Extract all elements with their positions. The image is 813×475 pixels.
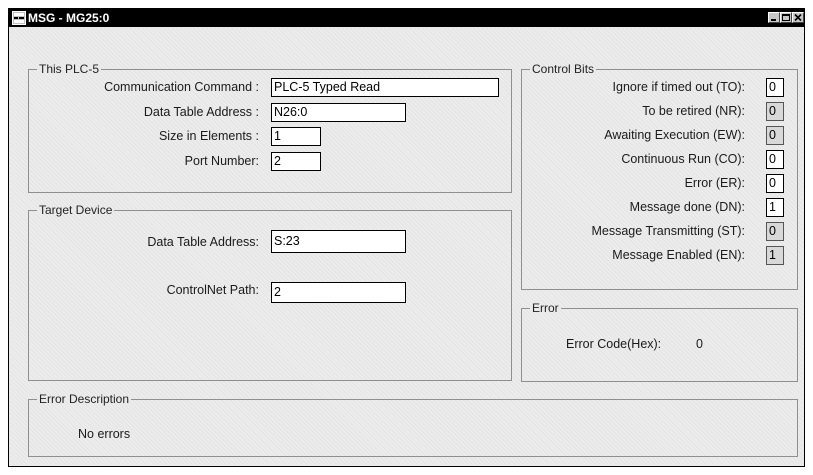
window-title: MSG - MG25:0 (28, 11, 110, 25)
control-bits-legend: Control Bits (532, 62, 595, 76)
error-legend: Error (532, 301, 559, 315)
error-description-legend: Error Description (39, 392, 130, 406)
target-device-legend: Target Device (39, 203, 113, 217)
control-bit-value: 0 (766, 102, 784, 121)
control-bit-value: 1 (766, 246, 784, 265)
maximize-icon (782, 14, 790, 21)
error-code-value: 0 (696, 337, 703, 351)
close-button[interactable] (792, 12, 804, 23)
control-bit-value: 0 (766, 126, 784, 145)
controlnet-path-field[interactable]: 2 (271, 282, 406, 303)
target-device-group: Target Device (28, 203, 512, 381)
minimize-button[interactable] (768, 12, 780, 23)
data-table-address-field[interactable]: N26:0 (271, 103, 406, 122)
maximize-button[interactable] (780, 12, 792, 23)
size-in-elements-label: Size in Elements : (158, 129, 259, 143)
port-number-label: Port Number: (184, 154, 259, 168)
control-bit-label: Ignore if timed out (TO): (612, 80, 745, 94)
app-icon (12, 11, 26, 25)
title-bar[interactable]: MSG - MG25:0 (9, 9, 804, 27)
minimize-icon (771, 19, 776, 21)
communication-command-field[interactable]: PLC-5 Typed Read (271, 78, 499, 97)
communication-command-label: Communication Command : (104, 80, 259, 94)
error-description-group: Error Description (28, 392, 798, 457)
control-bit-label: Awaiting Execution (EW): (604, 128, 745, 142)
this-plc5-legend: This PLC-5 (39, 62, 100, 76)
error-description-text: No errors (78, 427, 131, 441)
control-bit-value[interactable]: 0 (766, 78, 784, 97)
dialog-body: This PLC-5 Communication Command : PLC-5… (10, 28, 803, 465)
control-bit-label: Message Transmitting (ST): (591, 224, 745, 238)
data-table-address-label: Data Table Address : (143, 105, 259, 119)
close-icon (794, 13, 802, 22)
msg-window: MSG - MG25:0 This PLC-5 Communication Co… (8, 8, 805, 467)
control-bit-label: Message done (DN): (629, 200, 745, 214)
control-bit-value: 0 (766, 222, 784, 241)
controlnet-path-label: ControlNet Path: (166, 283, 259, 297)
size-in-elements-field[interactable]: 1 (271, 127, 321, 146)
target-data-table-address-label: Data Table Address: (147, 235, 259, 249)
control-bit-label: Error (ER): (684, 176, 745, 190)
control-bit-value[interactable]: 0 (766, 174, 784, 193)
control-bit-label: Continuous Run (CO): (621, 152, 745, 166)
error-code-label: Error Code(Hex): (566, 337, 662, 351)
port-number-field[interactable]: 2 (271, 152, 321, 171)
target-data-table-address-field[interactable]: S:23 (271, 230, 406, 253)
control-bit-value[interactable]: 0 (766, 150, 784, 169)
control-bit-label: Message Enabled (EN): (612, 248, 745, 262)
control-bit-label: To be retired (NR): (642, 104, 745, 118)
control-bit-value[interactable]: 1 (766, 198, 784, 217)
